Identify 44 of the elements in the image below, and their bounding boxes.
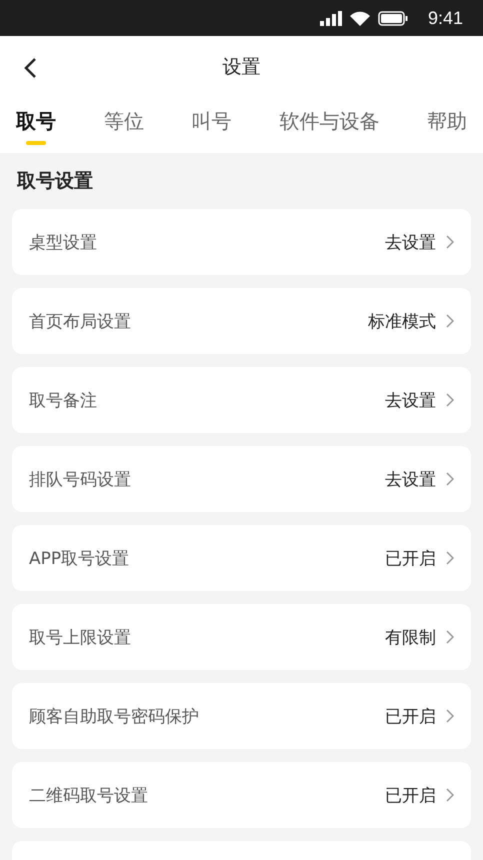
setting-value: 已开启: [385, 784, 436, 806]
settings-row[interactable]: 取号上限设置 有限制: [12, 604, 471, 670]
chevron-right-icon: [446, 472, 454, 486]
setting-label: 顾客自助取号密码保护: [29, 706, 200, 728]
settings-row[interactable]: 首页布局设置 标准模式: [12, 288, 471, 354]
tab[interactable]: 软件与设备: [279, 98, 380, 145]
setting-value: 有限制: [385, 626, 436, 648]
setting-label: 桌型设置: [29, 232, 98, 254]
setting-value: 去设置: [385, 468, 436, 490]
setting-label: 取号上限设置: [29, 626, 132, 648]
status-time: 9:41: [428, 8, 463, 28]
tab[interactable]: 取号: [16, 98, 56, 145]
chevron-right-icon: [446, 788, 454, 802]
battery-icon: [378, 10, 408, 26]
setting-label: 首页布局设置: [29, 310, 132, 332]
back-icon[interactable]: [23, 57, 37, 79]
setting-value: 去设置: [385, 232, 436, 254]
tab[interactable]: 帮助: [427, 98, 467, 145]
settings-row[interactable]: 二维码取号设置 已开启: [12, 762, 471, 828]
setting-value: 标准模式: [368, 310, 436, 332]
chevron-right-icon: [446, 235, 454, 249]
setting-label: 二维码取号设置: [29, 784, 149, 806]
signal-icon: [320, 10, 342, 26]
tab[interactable]: 等位: [104, 98, 144, 145]
settings-row[interactable]: APP取号设置 已开启: [12, 525, 471, 591]
settings-row[interactable]: 取号备注 去设置: [12, 367, 471, 433]
chevron-right-icon: [446, 630, 454, 644]
wifi-icon: [350, 10, 370, 26]
settings-row[interactable]: 桌型设置 去设置: [12, 209, 471, 275]
setting-label: 取号备注: [29, 390, 98, 412]
setting-label: 排队号码设置: [29, 468, 132, 490]
chevron-right-icon: [446, 314, 454, 328]
tab[interactable]: 叫号: [192, 98, 232, 145]
page-title: 设置: [222, 55, 260, 80]
chevron-right-icon: [446, 551, 454, 565]
settings-row[interactable]: 顾客自助取号密码保护 已开启: [12, 683, 471, 749]
setting-value: 已开启: [385, 548, 436, 570]
setting-value: 去设置: [385, 390, 436, 412]
settings-row[interactable]: 排队号码设置 去设置: [12, 446, 471, 512]
section-title: 取号设置: [17, 169, 93, 194]
chevron-right-icon: [446, 393, 454, 407]
chevron-right-icon: [446, 709, 454, 723]
setting-value: 已开启: [385, 706, 436, 728]
setting-label: APP取号设置: [29, 548, 130, 570]
